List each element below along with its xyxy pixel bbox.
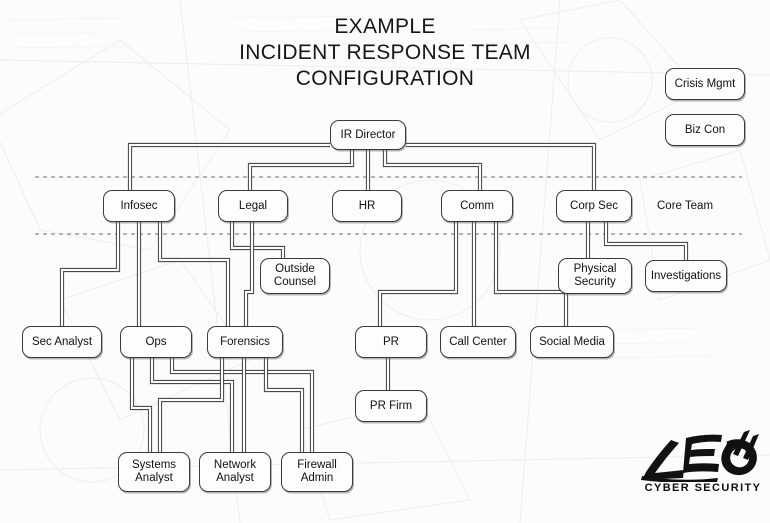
node-firewall-admin[interactable]: Firewall Admin (281, 452, 353, 492)
connector-infosec-to-forensics (157, 222, 231, 326)
connector-inner-legal-to-outside-counsel (230, 222, 285, 258)
connector-ir-director-to-corp-sec (406, 142, 597, 190)
node-label-biz-con: Biz Con (684, 123, 726, 136)
node-infosec[interactable]: Infosec (103, 190, 175, 222)
connector-inner-ir-director-to-infosec (128, 143, 330, 190)
title-line-2: INCIDENT RESPONSE TEAM (239, 41, 531, 64)
connector-legal-to-outside-counsel (229, 222, 286, 258)
connector-ops-to-systems-analyst (129, 358, 153, 452)
leo-wordmark-icon (641, 430, 759, 482)
node-label-corp-sec: Corp Sec (570, 199, 618, 212)
connector-corp-sec-to-investigations (603, 222, 689, 260)
node-label-hr: HR (358, 199, 376, 212)
node-hr[interactable]: HR (332, 190, 402, 222)
node-investigations[interactable]: Investigations (645, 260, 727, 292)
node-pr-firm[interactable]: PR Firm (355, 390, 427, 422)
node-legal[interactable]: Legal (218, 190, 288, 222)
node-label-pr-firm: PR Firm (369, 399, 413, 412)
node-network-analyst[interactable]: Network Analyst (199, 452, 271, 492)
connector-inner-ir-director-to-legal (248, 150, 354, 190)
logo-tagline: CYBER SECURITY (644, 482, 762, 494)
node-sec-analyst[interactable]: Sec Analyst (22, 326, 102, 358)
node-label-social-media: Social Media (539, 335, 605, 348)
node-forensics[interactable]: Forensics (207, 326, 283, 358)
connector-inner-corp-sec-to-investigations (604, 222, 688, 260)
connector-inner-infosec-to-forensics (158, 222, 230, 326)
connector-infosec-to-sec-analyst (59, 222, 121, 326)
page-title: EXAMPLE INCIDENT RESPONSE TEAM CONFIGURA… (0, 14, 770, 92)
node-label-forensics: Forensics (220, 335, 270, 348)
node-outside-counsel[interactable]: Outside Counsel (260, 258, 330, 294)
node-label-crisis-mgmt: Crisis Mgmt (674, 77, 736, 90)
connector-inner-comm-to-social-media (494, 222, 568, 326)
node-label-ops: Ops (145, 335, 167, 348)
title-line-3: CONFIGURATION (295, 67, 475, 90)
node-label-firewall-admin: Firewall Admin (297, 459, 337, 484)
connector-inner-comm-to-pr (378, 222, 458, 326)
node-label-outside-counsel: Outside Counsel (273, 263, 317, 288)
connector-comm-to-social-media (493, 222, 569, 326)
node-label-sec-analyst: Sec Analyst (31, 335, 93, 348)
node-systems-analyst[interactable]: Systems Analyst (118, 452, 190, 492)
node-social-media[interactable]: Social Media (530, 326, 614, 358)
connector-inner-ir-director-to-corp-sec (406, 143, 596, 190)
node-label-comm: Comm (460, 199, 494, 212)
node-corp-sec[interactable]: Corp Sec (556, 190, 632, 222)
node-ops[interactable]: Ops (120, 326, 192, 358)
node-comm[interactable]: Comm (441, 190, 513, 222)
slide-canvas: EXAMPLE INCIDENT RESPONSE TEAM CONFIGURA… (0, 0, 770, 523)
node-biz-con[interactable]: Biz Con (665, 114, 745, 146)
core-team-label: Core Team (657, 200, 714, 212)
node-call-center[interactable]: Call Center (440, 326, 516, 358)
node-physical-security[interactable]: Physical Security (558, 258, 632, 294)
node-label-investigations: Investigations (650, 269, 722, 282)
connector-inner-ops-to-systems-analyst (130, 358, 152, 452)
connector-inner-infosec-to-sec-analyst (60, 222, 120, 326)
connector-ir-director-to-comm (382, 150, 483, 190)
title-line-1: EXAMPLE (334, 15, 436, 38)
node-crisis-mgmt[interactable]: Crisis Mgmt (665, 68, 745, 100)
connector-comm-to-pr (377, 222, 459, 326)
leo-cyber-security-logo: CYBER SECURITY (640, 430, 766, 508)
connector-inner-ir-director-to-comm (383, 150, 482, 190)
node-label-systems-analyst: Systems Analyst (131, 459, 177, 484)
node-label-legal: Legal (238, 199, 268, 212)
node-label-call-center: Call Center (449, 335, 507, 348)
node-label-pr: PR (383, 335, 399, 348)
connector-ir-director-to-legal (247, 150, 355, 190)
connector-inner-legal-to-forensics (244, 222, 254, 326)
node-pr[interactable]: PR (355, 326, 427, 358)
connector-ir-director-to-infosec (127, 142, 330, 190)
node-label-infosec: Infosec (120, 199, 158, 212)
node-ir-director[interactable]: IR Director (330, 120, 406, 150)
node-label-physical-security: Physical Security (573, 263, 617, 288)
node-label-network-analyst: Network Analyst (213, 459, 257, 484)
node-label-ir-director: IR Director (340, 128, 396, 141)
